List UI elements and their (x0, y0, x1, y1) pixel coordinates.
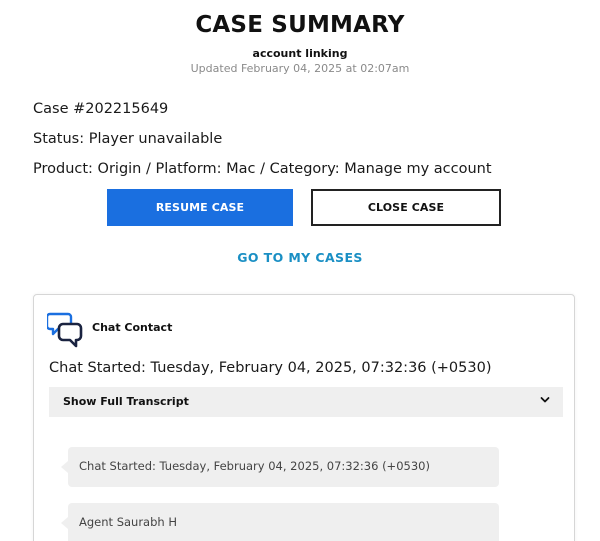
resume-case-button[interactable]: RESUME CASE (107, 189, 293, 226)
show-full-transcript-toggle[interactable]: Show Full Transcript (49, 387, 563, 417)
transcript-message: Chat Started: Tuesday, February 04, 2025… (61, 447, 499, 487)
close-case-button[interactable]: CLOSE CASE (311, 189, 501, 226)
case-details: Product: Origin / Platform: Mac / Catego… (33, 161, 492, 177)
chat-bubbles-icon (47, 312, 83, 348)
case-number: Case #202215649 (33, 101, 169, 117)
chat-started-text: Chat Started: Tuesday, February 04, 2025… (49, 360, 492, 376)
transcript-message: Agent Saurabh H (61, 503, 499, 541)
chevron-down-icon (540, 397, 550, 403)
case-status: Status: Player unavailable (33, 131, 223, 147)
updated-timestamp: Updated February 04, 2025 at 02:07am (190, 62, 410, 75)
page-title: CASE SUMMARY (195, 12, 405, 38)
chat-contact-heading: Chat Contact (92, 321, 173, 334)
case-summary-page: CASE SUMMARY account linking Updated Feb… (0, 0, 600, 541)
transcript-toggle-label: Show Full Transcript (63, 395, 189, 408)
transcript-messages: Chat Started: Tuesday, February 04, 2025… (49, 417, 563, 541)
transcript-message-text: Agent Saurabh H (79, 515, 177, 529)
transcript-message-text: Chat Started: Tuesday, February 04, 2025… (79, 459, 430, 473)
case-subject: account linking (252, 47, 348, 60)
go-to-my-cases-link[interactable]: GO TO MY CASES (0, 250, 600, 265)
chat-contact-card: Chat Contact Chat Started: Tuesday, Febr… (33, 294, 575, 541)
